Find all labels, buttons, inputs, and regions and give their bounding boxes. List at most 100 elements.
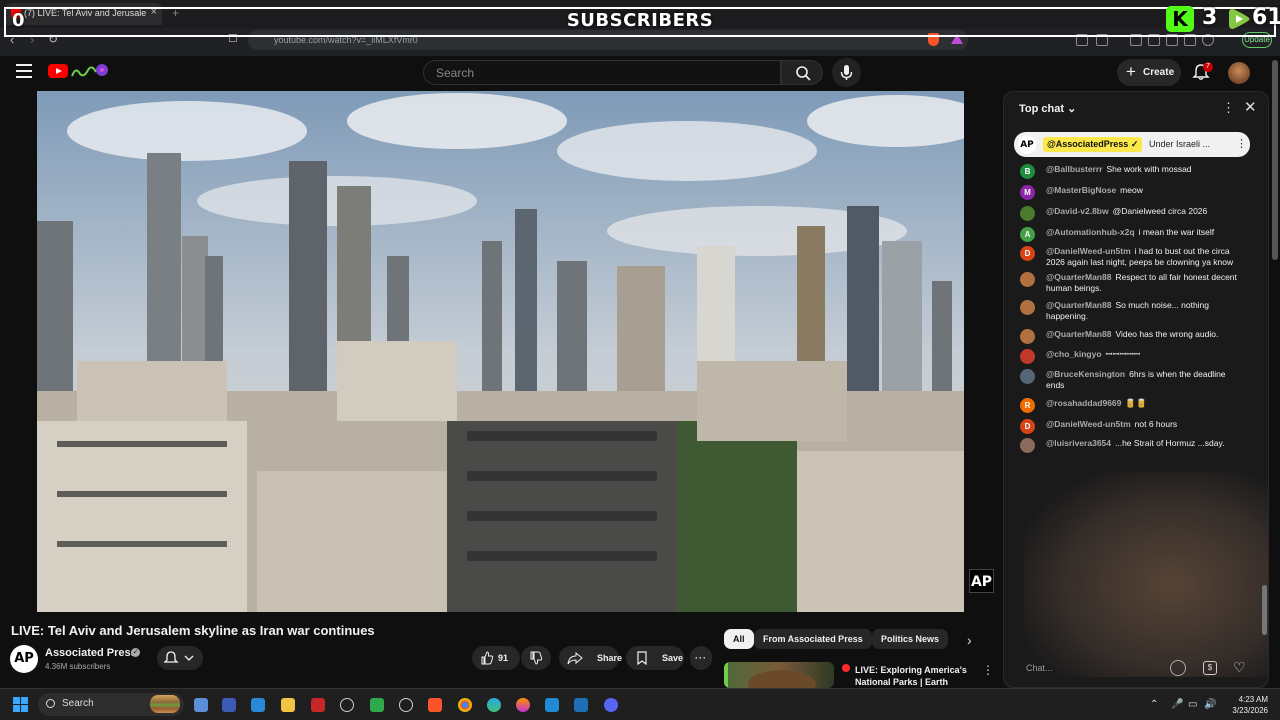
chat-options-icon[interactable]: ⋮ xyxy=(1222,100,1235,116)
forward-icon[interactable]: › xyxy=(30,32,34,47)
pinned-message[interactable]: AP @AssociatedPress ✓ Under Israeli ... … xyxy=(1014,132,1250,157)
chip-from-associated-press[interactable]: From Associated Press xyxy=(754,629,872,649)
task-view-icon[interactable] xyxy=(194,698,208,712)
chat-author-name[interactable]: @Automationhub-x2q xyxy=(1046,227,1135,237)
chat-author-name[interactable]: @rosahaddad9669 xyxy=(1046,398,1121,408)
microphone-tray-icon[interactable]: 🎤 xyxy=(1171,699,1183,710)
clock-app-icon[interactable] xyxy=(340,698,354,712)
heart-icon[interactable]: ♡ xyxy=(1233,659,1246,676)
discord-icon[interactable] xyxy=(604,698,618,712)
like-button[interactable]: 91 xyxy=(472,646,520,670)
youtube-logo-icon[interactable] xyxy=(48,64,68,78)
edge-icon[interactable] xyxy=(487,698,501,712)
chat-message[interactable]: @David-v2.8bw @Danielweed circa 2026 xyxy=(1018,206,1244,221)
network-icon[interactable]: ▭ xyxy=(1188,699,1197,710)
user-avatar[interactable] xyxy=(1228,62,1250,84)
chat-author-name[interactable]: @QuarterMan88 xyxy=(1046,300,1111,310)
windows-start-icon[interactable] xyxy=(13,697,29,713)
chat-author-avatar[interactable] xyxy=(1020,272,1035,287)
bookmark-icon[interactable]: ☐ xyxy=(228,32,238,45)
back-icon[interactable]: ‹ xyxy=(10,32,14,47)
file-explorer-icon[interactable] xyxy=(281,698,295,712)
brave-browser-icon[interactable] xyxy=(428,698,442,712)
shield-app-icon[interactable] xyxy=(370,698,384,712)
page-scrollbar[interactable] xyxy=(1272,60,1278,260)
recommendation-menu-icon[interactable]: ⋮ xyxy=(982,663,994,677)
recommendation-thumbnail[interactable] xyxy=(724,662,834,688)
youtube-doodle-icon[interactable] xyxy=(70,62,110,80)
chat-author-name[interactable]: @cho_kingyo xyxy=(1046,349,1102,359)
chat-author-avatar[interactable] xyxy=(1020,206,1035,221)
voice-search-button[interactable] xyxy=(832,58,861,87)
firefox-icon[interactable] xyxy=(516,698,530,712)
chat-author-avatar[interactable]: A xyxy=(1020,227,1035,242)
chat-author-name[interactable]: @QuarterMan88 xyxy=(1046,329,1111,339)
more-actions-button[interactable]: ··· xyxy=(690,646,712,670)
dislike-button[interactable] xyxy=(521,646,551,670)
chip-all[interactable]: All xyxy=(724,629,754,649)
chat-author-avatar[interactable] xyxy=(1020,369,1035,384)
chat-author-avatar[interactable] xyxy=(1020,329,1035,344)
super-chat-icon[interactable]: $ xyxy=(1203,661,1217,675)
menu-icon[interactable] xyxy=(16,64,32,78)
chat-message[interactable]: D @DanielWeed-un5tm not 6 hours xyxy=(1018,419,1244,434)
chat-message[interactable]: @QuarterMan88 Respect to all fair honest … xyxy=(1018,272,1244,294)
news-app-icon[interactable] xyxy=(311,698,325,712)
reload-icon[interactable]: ↻ xyxy=(48,32,58,46)
chat-author-avatar[interactable]: M xyxy=(1020,185,1035,200)
profile-icon[interactable] xyxy=(1202,34,1214,46)
share-button[interactable]: Share xyxy=(559,646,622,670)
create-button[interactable]: + Create xyxy=(1117,59,1181,86)
search-button[interactable] xyxy=(781,60,823,85)
vscode-icon[interactable] xyxy=(574,698,588,712)
extension-icon[interactable] xyxy=(1076,34,1088,46)
subscription-bell-button[interactable] xyxy=(157,646,203,670)
app-icon[interactable] xyxy=(545,698,559,712)
volume-icon[interactable]: 🔊 xyxy=(1204,699,1216,710)
media-icon[interactable] xyxy=(1130,34,1142,46)
chat-author-avatar[interactable]: B xyxy=(1020,164,1035,179)
outlook-icon[interactable] xyxy=(222,698,236,712)
clock[interactable]: 4:23 AM 3/23/2026 xyxy=(1222,694,1268,716)
chat-author-name[interactable]: @BruceKensington xyxy=(1046,369,1125,379)
search-input[interactable]: Search xyxy=(423,60,781,85)
update-button[interactable]: Update xyxy=(1242,32,1272,48)
chat-scrollbar-thumb[interactable] xyxy=(1262,585,1267,635)
chip-politics-news[interactable]: Politics News xyxy=(872,629,949,649)
burger-widget-icon[interactable] xyxy=(150,695,180,713)
chat-author-name[interactable]: @Ballbusterrr xyxy=(1046,164,1102,174)
chat-author-avatar[interactable] xyxy=(1020,438,1035,453)
close-chat-icon[interactable]: ✕ xyxy=(1244,98,1257,116)
save-button[interactable]: Save xyxy=(626,646,684,670)
brave-rewards-icon[interactable] xyxy=(951,34,963,44)
emoji-icon[interactable] xyxy=(1170,660,1186,676)
chat-message[interactable]: B @Ballbusterrr She work with mossad xyxy=(1018,164,1244,179)
channel-avatar[interactable]: AP xyxy=(10,645,38,673)
vpn-icon[interactable] xyxy=(1184,34,1196,46)
chat-author-name[interactable]: @DanielWeed-un5tm xyxy=(1046,246,1131,256)
remote-desktop-icon[interactable] xyxy=(251,698,265,712)
chat-author-avatar[interactable] xyxy=(1020,300,1035,315)
chat-input[interactable]: Chat... xyxy=(1014,657,1154,681)
video-player[interactable] xyxy=(37,91,964,612)
tray-chevron-icon[interactable]: ⌃ xyxy=(1150,699,1158,710)
chrome-icon[interactable] xyxy=(458,698,472,712)
chat-message[interactable]: @luisrivera3654 ...he Strait of Hormuz ..… xyxy=(1018,438,1244,453)
chat-mode-dropdown[interactable]: Top chat ⌄ xyxy=(1019,102,1076,115)
chat-message[interactable]: @BruceKensington 6hrs is when the deadlin… xyxy=(1018,369,1244,391)
chat-message[interactable]: @QuarterMan88 So much noise... nothing ha… xyxy=(1018,300,1244,322)
screenshot-icon[interactable] xyxy=(1096,34,1108,46)
chat-author-name[interactable]: @QuarterMan88 xyxy=(1046,272,1111,282)
chat-author-name[interactable]: @David-v2.8bw xyxy=(1046,206,1109,216)
chat-author-name[interactable]: @DanielWeed-un5tm xyxy=(1046,419,1131,429)
pinned-menu-icon[interactable]: ⋮ xyxy=(1236,137,1247,150)
wallet-icon[interactable] xyxy=(1166,34,1178,46)
chat-author-avatar[interactable]: D xyxy=(1020,246,1035,261)
chips-next-chevron-icon[interactable]: › xyxy=(967,632,972,648)
address-bar[interactable]: youtube.com/watch?v=_iiMLXfVmr0 xyxy=(248,30,968,50)
chat-author-name[interactable]: @MasterBigNose xyxy=(1046,185,1116,195)
channel-name[interactable]: Associated Press xyxy=(45,647,137,659)
sidebar-icon[interactable] xyxy=(1148,34,1160,46)
chat-message[interactable]: A @Automationhub-x2q i mean the war itself xyxy=(1018,227,1244,242)
chat-message[interactable]: @cho_kingyo ꟷꟷꟷꟷꟷ xyxy=(1018,349,1244,364)
